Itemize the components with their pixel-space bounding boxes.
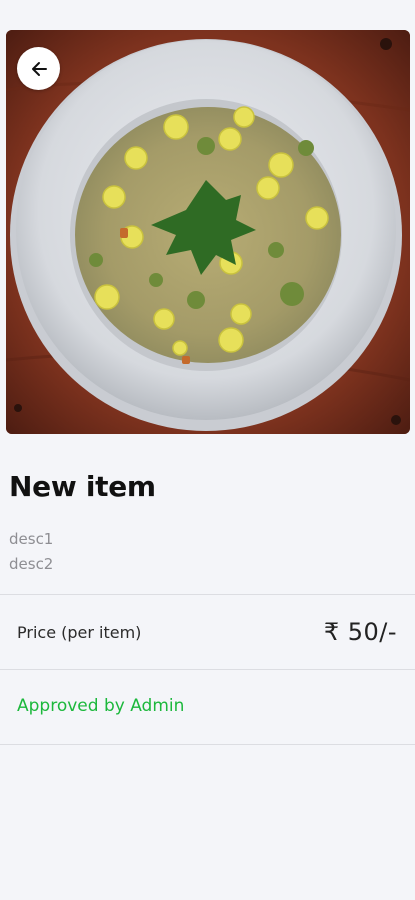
divider	[0, 744, 415, 745]
price-value: ₹ 50/-	[323, 618, 397, 646]
arrow-left-icon	[31, 61, 47, 76]
item-title: New item	[9, 470, 156, 503]
item-detail-screen: New item desc1 desc2 Price (per item) ₹ …	[0, 0, 415, 900]
price-label: Price (per item)	[17, 622, 142, 642]
item-description-1: desc1	[9, 530, 54, 548]
divider	[0, 669, 415, 670]
item-description-2: desc2	[9, 555, 54, 573]
item-image	[6, 30, 410, 434]
approval-status: Approved by Admin	[17, 696, 185, 716]
back-button[interactable]	[17, 47, 60, 90]
price-row: Price (per item) ₹ 50/-	[0, 595, 415, 669]
